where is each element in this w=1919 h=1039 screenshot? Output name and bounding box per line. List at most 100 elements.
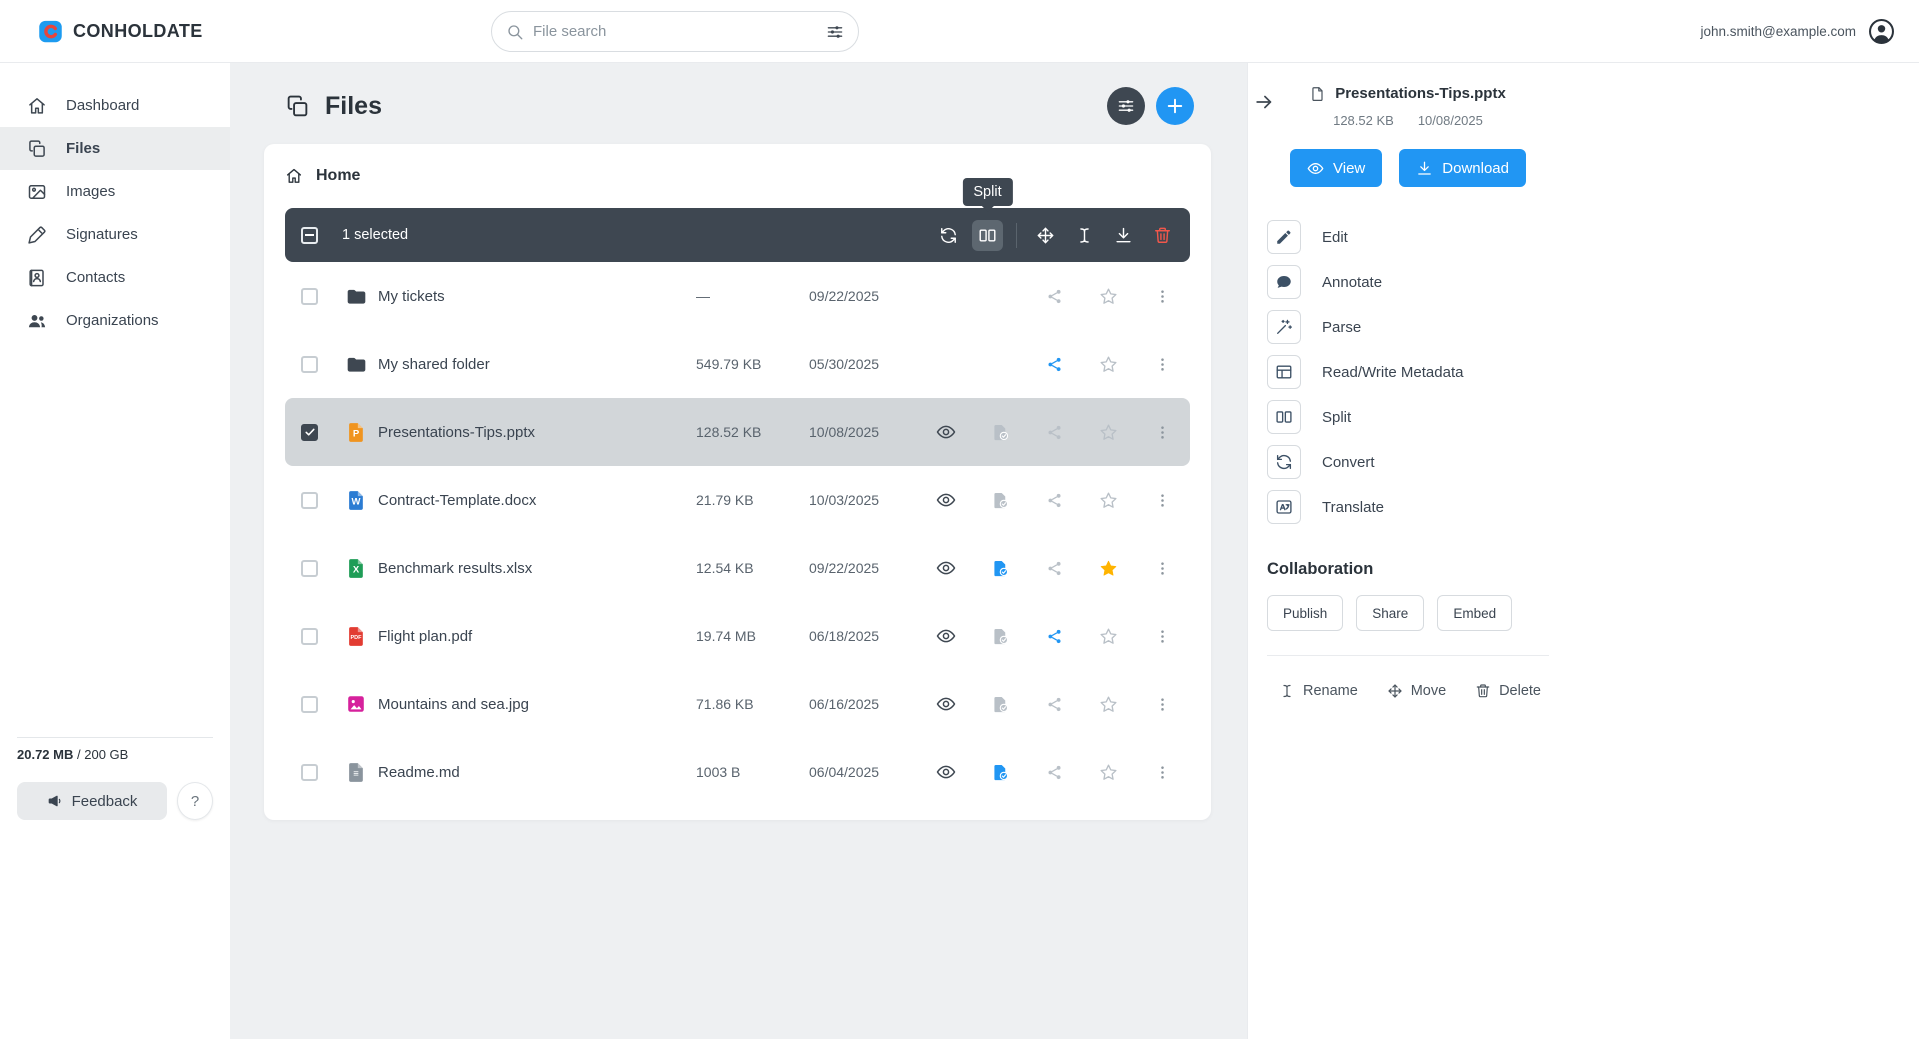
file-row[interactable]: WContract-Template.docx21.79 KB10/03/202… (285, 466, 1190, 534)
preview-button[interactable] (919, 482, 973, 518)
rename-button[interactable] (1069, 220, 1100, 251)
row-checkbox[interactable] (301, 764, 318, 781)
file-search[interactable] (491, 11, 859, 52)
row-menu-button[interactable] (1135, 618, 1189, 654)
delete-button[interactable]: Delete (1475, 683, 1541, 699)
file-status-button[interactable] (973, 686, 1027, 722)
file-row[interactable]: XBenchmark results.xlsx12.54 KB09/22/202… (285, 534, 1190, 602)
file-row[interactable]: PDFFlight plan.pdf19.74 MB06/18/2025 (285, 602, 1190, 670)
preview-button[interactable] (919, 414, 973, 450)
row-checkbox[interactable] (301, 424, 318, 441)
move-button[interactable]: Move (1387, 683, 1446, 699)
collapse-panel-button[interactable] (1253, 91, 1275, 113)
row-checkbox[interactable] (301, 628, 318, 645)
favorite-button[interactable] (1081, 414, 1135, 450)
share-button[interactable] (1027, 618, 1081, 654)
help-button[interactable]: ? (177, 782, 213, 820)
preview-button[interactable] (919, 754, 973, 790)
user-avatar-icon[interactable] (1868, 18, 1895, 45)
brand[interactable]: CONHOLDATE (37, 18, 203, 45)
view-button[interactable]: View (1290, 149, 1382, 187)
detail-action-translate[interactable]: Translate (1267, 490, 1549, 524)
rename-button[interactable]: Rename (1279, 683, 1358, 699)
sidebar-item-contacts[interactable]: Contacts (0, 256, 230, 299)
file-status-button[interactable] (973, 414, 1027, 450)
row-menu-button[interactable] (1135, 414, 1189, 450)
move-button[interactable] (1030, 220, 1061, 251)
file-name: Flight plan.pdf (378, 628, 696, 645)
feedback-button[interactable]: Feedback (17, 782, 167, 820)
file-status-button[interactable] (973, 618, 1027, 654)
preview-button[interactable] (919, 618, 973, 654)
file-size: 12.54 KB (696, 560, 809, 576)
detail-action-annotate[interactable]: Annotate (1267, 265, 1549, 299)
row-checkbox[interactable] (301, 696, 318, 713)
action-slot-empty (919, 278, 973, 314)
file-status-button[interactable] (973, 754, 1027, 790)
embed-button[interactable]: Embed (1437, 595, 1512, 631)
favorite-button[interactable] (1081, 346, 1135, 382)
row-menu-button[interactable] (1135, 686, 1189, 722)
breadcrumb[interactable]: Home (285, 144, 1190, 208)
file-row[interactable]: My tickets—09/22/2025 (285, 262, 1190, 330)
convert-button[interactable] (933, 220, 964, 251)
share-button[interactable] (1027, 686, 1081, 722)
share-button[interactable] (1027, 346, 1081, 382)
favorite-button[interactable] (1081, 482, 1135, 518)
file-row[interactable]: My shared folder549.79 KB05/30/2025 (285, 330, 1190, 398)
row-checkbox[interactable] (301, 288, 318, 305)
search-filter-icon[interactable] (826, 23, 844, 41)
row-menu-button[interactable] (1135, 754, 1189, 790)
share-button[interactable]: Share (1356, 595, 1424, 631)
sidebar-item-organizations[interactable]: Organizations (0, 299, 230, 342)
row-checkbox[interactable] (301, 492, 318, 509)
share-button[interactable] (1027, 754, 1081, 790)
favorite-button[interactable] (1081, 618, 1135, 654)
file-list: My tickets—09/22/2025My shared folder549… (285, 262, 1190, 806)
favorite-button[interactable] (1081, 686, 1135, 722)
sidebar-item-files[interactable]: Files (0, 127, 230, 170)
sidebar-item-signatures[interactable]: Signatures (0, 213, 230, 256)
row-actions (919, 346, 1189, 382)
delete-button[interactable] (1147, 220, 1178, 251)
file-row[interactable]: PPresentations-Tips.pptx128.52 KB10/08/2… (285, 398, 1190, 466)
view-button-label: View (1333, 160, 1365, 177)
search-icon (506, 23, 524, 41)
file-date: 10/03/2025 (809, 492, 919, 508)
row-menu-button[interactable] (1135, 346, 1189, 382)
publish-button[interactable]: Publish (1267, 595, 1343, 631)
add-new-button[interactable] (1156, 87, 1194, 125)
share-button[interactable] (1027, 482, 1081, 518)
share-button[interactable] (1027, 278, 1081, 314)
download-button[interactable] (1108, 220, 1139, 251)
row-checkbox[interactable] (301, 356, 318, 373)
row-checkbox[interactable] (301, 560, 318, 577)
sidebar-item-images[interactable]: Images (0, 170, 230, 213)
favorite-button[interactable] (1081, 550, 1135, 586)
download-button[interactable]: Download (1399, 149, 1526, 187)
file-row[interactable]: Mountains and sea.jpg71.86 KB06/16/2025 (285, 670, 1190, 738)
detail-action-split[interactable]: Split (1267, 400, 1549, 434)
detail-action-parse[interactable]: Parse (1267, 310, 1549, 344)
detail-action-edit[interactable]: Edit (1267, 220, 1549, 254)
row-menu-button[interactable] (1135, 482, 1189, 518)
search-input[interactable] (533, 23, 817, 40)
row-menu-button[interactable] (1135, 550, 1189, 586)
file-row[interactable]: ≡Readme.md1003 B06/04/2025 (285, 738, 1190, 806)
sidebar-item-dashboard[interactable]: Dashboard (0, 84, 230, 127)
share-button[interactable] (1027, 550, 1081, 586)
file-status-button[interactable] (973, 550, 1027, 586)
preview-button[interactable] (919, 550, 973, 586)
share-button[interactable] (1027, 414, 1081, 450)
favorite-button[interactable] (1081, 754, 1135, 790)
detail-action-read-write-metadata[interactable]: Read/Write Metadata (1267, 355, 1549, 389)
split-button[interactable]: Split (972, 220, 1003, 251)
detail-action-convert[interactable]: Convert (1267, 445, 1549, 479)
brand-logo-icon (37, 18, 64, 45)
select-all-checkbox[interactable] (301, 227, 318, 244)
preview-button[interactable] (919, 686, 973, 722)
view-settings-button[interactable] (1107, 87, 1145, 125)
favorite-button[interactable] (1081, 278, 1135, 314)
row-menu-button[interactable] (1135, 278, 1189, 314)
file-status-button[interactable] (973, 482, 1027, 518)
